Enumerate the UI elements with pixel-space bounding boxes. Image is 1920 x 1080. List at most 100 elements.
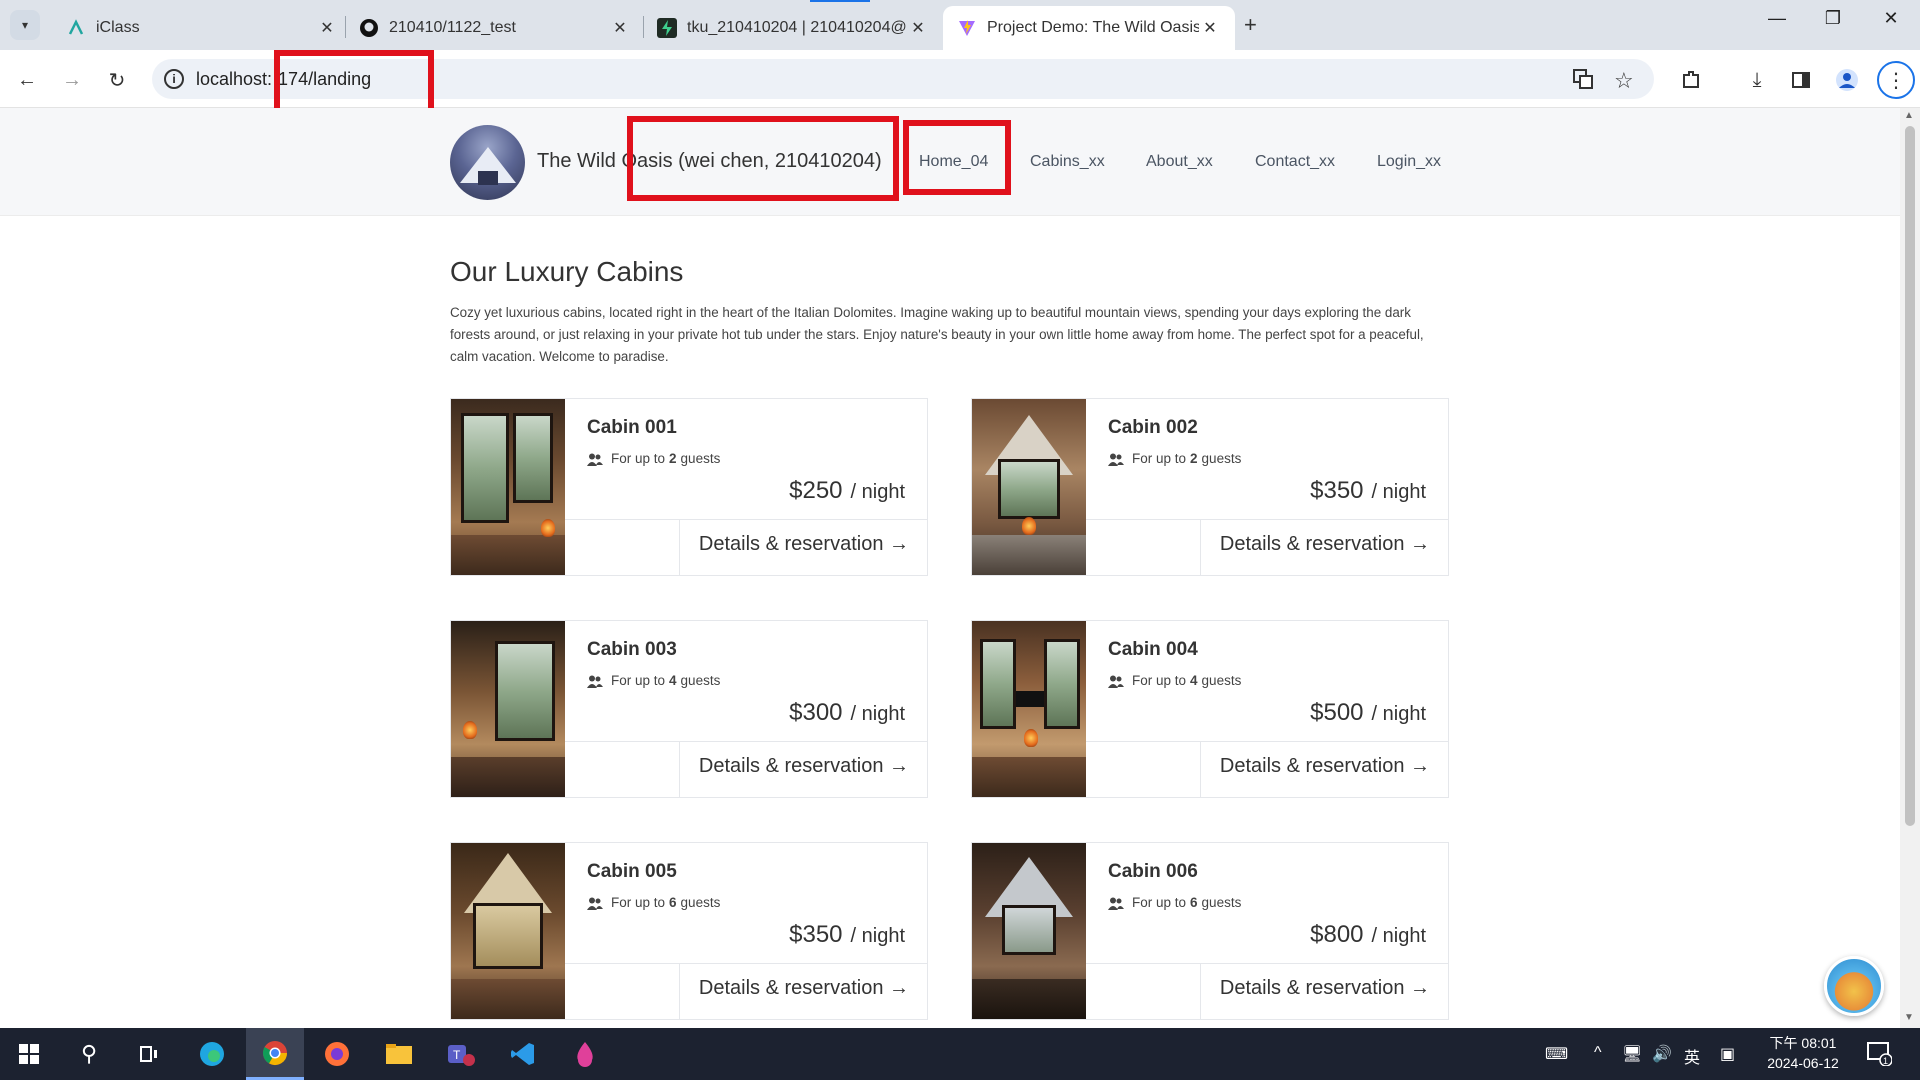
scroll-down-icon[interactable]: ▼ xyxy=(1904,1012,1914,1023)
price-value: $300 xyxy=(789,699,843,726)
tab-search-chevron-icon[interactable]: ▾ xyxy=(10,10,40,40)
tab-title: Project Demo: The Wild Oasis xyxy=(987,19,1199,36)
guests-suffix: guests xyxy=(1201,895,1242,910)
teams-icon[interactable]: T xyxy=(432,1028,490,1080)
close-icon[interactable]: ✕ xyxy=(316,18,338,38)
cabin-name: Cabin 004 xyxy=(1108,639,1198,660)
task-view-icon[interactable] xyxy=(120,1028,178,1080)
system-clock[interactable]: 下午 08:01 2024-06-12 xyxy=(1758,1033,1848,1073)
network-icon[interactable]: 🖥 xyxy=(1622,1044,1642,1064)
tab-iclass[interactable]: iClass ✕ xyxy=(52,6,352,50)
nav-contact[interactable]: Contact_xx xyxy=(1255,153,1335,171)
close-icon[interactable]: ✕ xyxy=(1199,18,1221,38)
guests-count: 6 xyxy=(1190,895,1198,910)
minimize-icon[interactable]: — xyxy=(1752,8,1802,29)
scroll-thumb[interactable] xyxy=(1905,126,1915,826)
intro-text: Cozy yet luxurious cabins, located right… xyxy=(450,305,1424,364)
translate-icon[interactable] xyxy=(1572,68,1594,95)
tab-loading-indicator xyxy=(810,0,870,2)
guest-capacity: For up to 2 guests xyxy=(1108,451,1241,466)
details-reservation-link[interactable]: Details & reservation → xyxy=(1220,755,1430,778)
new-tab-icon[interactable]: + xyxy=(1244,12,1257,38)
cabin-image xyxy=(451,399,565,575)
close-icon[interactable]: ✕ xyxy=(907,18,929,38)
guest-capacity: For up to 4 guests xyxy=(1108,673,1241,688)
tab-title: tku_210410204 | 210410204@ xyxy=(687,19,907,36)
guests-prefix: For up to xyxy=(1132,451,1187,466)
forward-icon[interactable]: → xyxy=(57,65,87,95)
guests-suffix: guests xyxy=(680,673,721,688)
details-reservation-link[interactable]: Details & reservation → xyxy=(699,533,909,556)
guests-suffix: guests xyxy=(680,895,721,910)
page-scrollbar[interactable]: ▲ ▼ xyxy=(1900,108,1920,1028)
window-close-icon[interactable]: ✕ xyxy=(1866,8,1916,29)
nav-about[interactable]: About_xx xyxy=(1146,153,1213,171)
divider xyxy=(679,741,680,797)
details-reservation-link[interactable]: Details & reservation → xyxy=(699,755,909,778)
profile-avatar-icon[interactable] xyxy=(1832,65,1862,95)
github-icon xyxy=(359,18,379,38)
windows-start-icon[interactable] xyxy=(0,1028,58,1080)
cabin-image xyxy=(451,621,565,797)
volume-icon[interactable]: 🔊 xyxy=(1652,1044,1672,1064)
download-icon[interactable]: ⤓ xyxy=(1742,65,1772,95)
ime-mode-icon[interactable]: ▣ xyxy=(1720,1044,1735,1064)
nav-login[interactable]: Login_xx xyxy=(1377,153,1441,171)
price-unit: / night xyxy=(850,925,905,947)
cabin-price: $300 / night xyxy=(789,699,905,727)
keyboard-icon[interactable]: ⌨ xyxy=(1545,1044,1568,1064)
search-icon[interactable]: ⚲ xyxy=(60,1028,118,1080)
clock-time: 下午 08:01 xyxy=(1769,1035,1837,1051)
cabin-price: $500 / night xyxy=(1310,699,1426,727)
price-value: $350 xyxy=(789,921,843,948)
close-icon[interactable]: ✕ xyxy=(609,18,631,38)
vscode-icon[interactable] xyxy=(494,1028,552,1080)
guest-capacity: For up to 2 guests xyxy=(587,451,720,466)
scroll-up-icon[interactable]: ▲ xyxy=(1904,110,1914,121)
details-reservation-link[interactable]: Details & reservation → xyxy=(699,977,909,1000)
logo[interactable] xyxy=(450,125,525,200)
extensions-icon[interactable] xyxy=(1676,65,1706,95)
tab-title: iClass xyxy=(96,19,140,36)
svg-text:T: T xyxy=(453,1048,461,1062)
tray-expand-icon[interactable]: ^ xyxy=(1594,1044,1602,1062)
details-reservation-link[interactable]: Details & reservation → xyxy=(1220,533,1430,556)
windows-taskbar: ⚲ T ⌨ ^ 🖥 🔊 英 ▣ 下午 08:01 2024-06-12 1 xyxy=(0,1028,1920,1080)
divider xyxy=(1200,963,1201,1019)
url-host: localhost: xyxy=(196,69,273,89)
cabin-card: Cabin 004 For up to 4 guests $500 / night D… xyxy=(971,620,1449,798)
tab-project-demo[interactable]: Project Demo: The Wild Oasis ✕ xyxy=(943,6,1235,50)
cabin-price: $350 / night xyxy=(789,921,905,949)
bookmark-star-icon[interactable]: ☆ xyxy=(1614,68,1634,94)
cabin-image xyxy=(972,399,1086,575)
divider xyxy=(1086,963,1448,964)
details-reservation-link[interactable]: Details & reservation → xyxy=(1220,977,1430,1000)
side-panel-icon[interactable] xyxy=(1786,65,1816,95)
users-icon xyxy=(1108,897,1124,910)
edge-icon[interactable] xyxy=(183,1028,241,1080)
tab-supabase[interactable]: tku_210410204 | 210410204@ ✕ xyxy=(643,6,943,50)
cabin-name: Cabin 006 xyxy=(1108,861,1198,882)
site-info-icon[interactable]: i xyxy=(164,69,184,89)
restore-icon[interactable]: ❐ xyxy=(1808,8,1858,29)
cabin-price: $800 / night xyxy=(1310,921,1426,949)
chrome-menu-icon[interactable]: ⋮ xyxy=(1877,61,1915,99)
guests-prefix: For up to xyxy=(611,451,666,466)
file-explorer-icon[interactable] xyxy=(370,1028,428,1080)
reload-icon[interactable]: ↻ xyxy=(102,65,132,95)
firefox-icon[interactable] xyxy=(308,1028,366,1080)
cabin-name: Cabin 002 xyxy=(1108,417,1198,438)
guests-count: 4 xyxy=(669,673,677,688)
floating-assistant-avatar[interactable] xyxy=(1824,956,1884,1016)
tab-github[interactable]: 210410/1122_test ✕ xyxy=(345,6,645,50)
cabin-icon xyxy=(478,171,498,185)
ime-indicator[interactable]: 英 xyxy=(1684,1044,1700,1068)
guests-prefix: For up to xyxy=(1132,673,1187,688)
chrome-icon[interactable] xyxy=(246,1028,304,1080)
back-icon[interactable]: ← xyxy=(12,65,42,95)
cabin-name: Cabin 003 xyxy=(587,639,677,660)
notification-icon[interactable]: 1 xyxy=(1866,1040,1893,1071)
nav-cabins[interactable]: Cabins_xx xyxy=(1030,153,1105,171)
paint-drop-icon[interactable] xyxy=(556,1028,614,1080)
price-unit: / night xyxy=(850,703,905,725)
